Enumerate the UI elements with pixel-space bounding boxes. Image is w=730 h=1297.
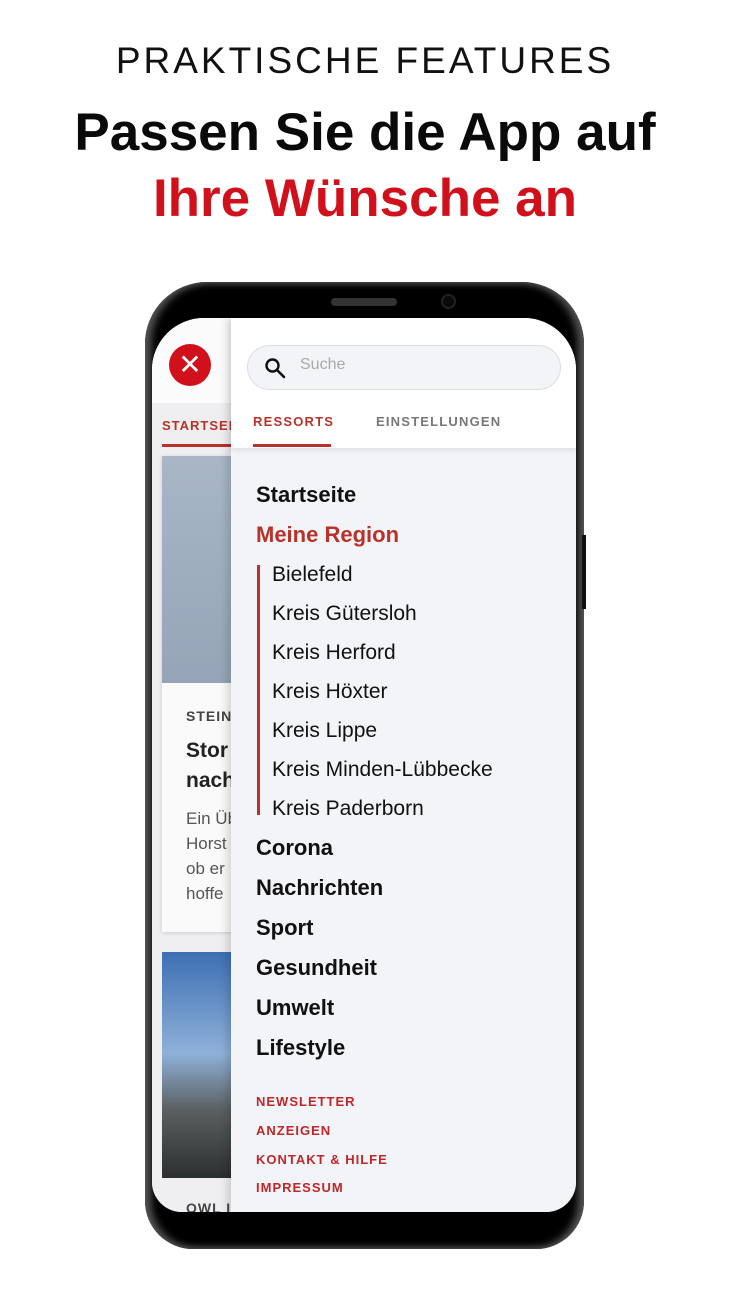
camera [441,294,456,309]
submenu-item[interactable]: Kreis Paderborn [272,797,424,821]
submenu-item[interactable]: Kreis Herford [272,641,396,665]
menu-item[interactable]: Nachrichten [256,875,383,901]
submenu-item[interactable]: Kreis Gütersloh [272,602,417,626]
tab-underline [162,444,232,447]
article-image [162,952,242,1178]
promo-kicker: PRAKTISCHE FEATURES [115,40,615,81]
submenu-item[interactable]: Bielefeld [272,563,353,587]
search-input[interactable] [300,356,540,374]
submenu-indicator [257,565,260,815]
footer-link-newsletter[interactable]: NEWSLETTER [256,1094,356,1109]
article-label: OWL I [186,1200,232,1212]
menu-item[interactable]: Sport [256,915,313,941]
menu-item[interactable]: Corona [256,835,333,861]
article-text: ob er [186,859,225,878]
side-button [582,535,586,609]
search-box[interactable] [247,345,561,390]
footer-link-kontakt[interactable]: KONTAKT & HILFE [256,1152,388,1167]
article-image [162,456,242,683]
menu-item[interactable]: Gesundheit [256,955,377,981]
promo-headline: Passen Sie die App auf [74,103,656,162]
close-icon: ✕ [178,349,202,380]
article-label: STEIN [186,708,233,724]
speaker [331,298,397,306]
tab-startseite[interactable]: STARTSEI [162,418,233,433]
active-tab-indicator [253,444,331,447]
submenu-item[interactable]: Kreis Höxter [272,680,388,704]
tab-einstellungen[interactable]: EINSTELLUNGEN [376,414,501,429]
menu-item-meine-region[interactable]: Meine Region [256,522,399,548]
search-icon [265,358,286,379]
menu-item-startseite[interactable]: Startseite [256,482,356,508]
article-text: Ein Üb [186,809,238,828]
submenu-item[interactable]: Kreis Lippe [272,719,377,743]
article-text: hoffe [186,884,224,903]
background-app: ✕ STARTSEI STEIN Stor nach Ein Üb Horst … [152,318,242,1212]
promo-headline-accent: Ihre Wünsche an [152,169,578,228]
menu-item[interactable]: Lifestyle [256,1035,345,1061]
article-title: Stor [186,739,228,762]
article-text: Horst [186,834,227,853]
article-title: nach [186,769,236,792]
footer-link-impressum[interactable]: IMPRESSUM [256,1180,344,1195]
tab-ressorts[interactable]: RESSORTS [253,414,334,429]
footer-link-anzeigen[interactable]: ANZEIGEN [256,1123,331,1138]
menu-item[interactable]: Umwelt [256,995,334,1021]
navigation-drawer: RESSORTS EINSTELLUNGEN Startseite Meine … [231,318,576,1212]
phone-screen: ✕ STARTSEI STEIN Stor nach Ein Üb Horst … [152,318,576,1212]
submenu-item[interactable]: Kreis Minden-Lübbecke [272,758,493,782]
close-menu-button[interactable]: ✕ [169,344,211,386]
